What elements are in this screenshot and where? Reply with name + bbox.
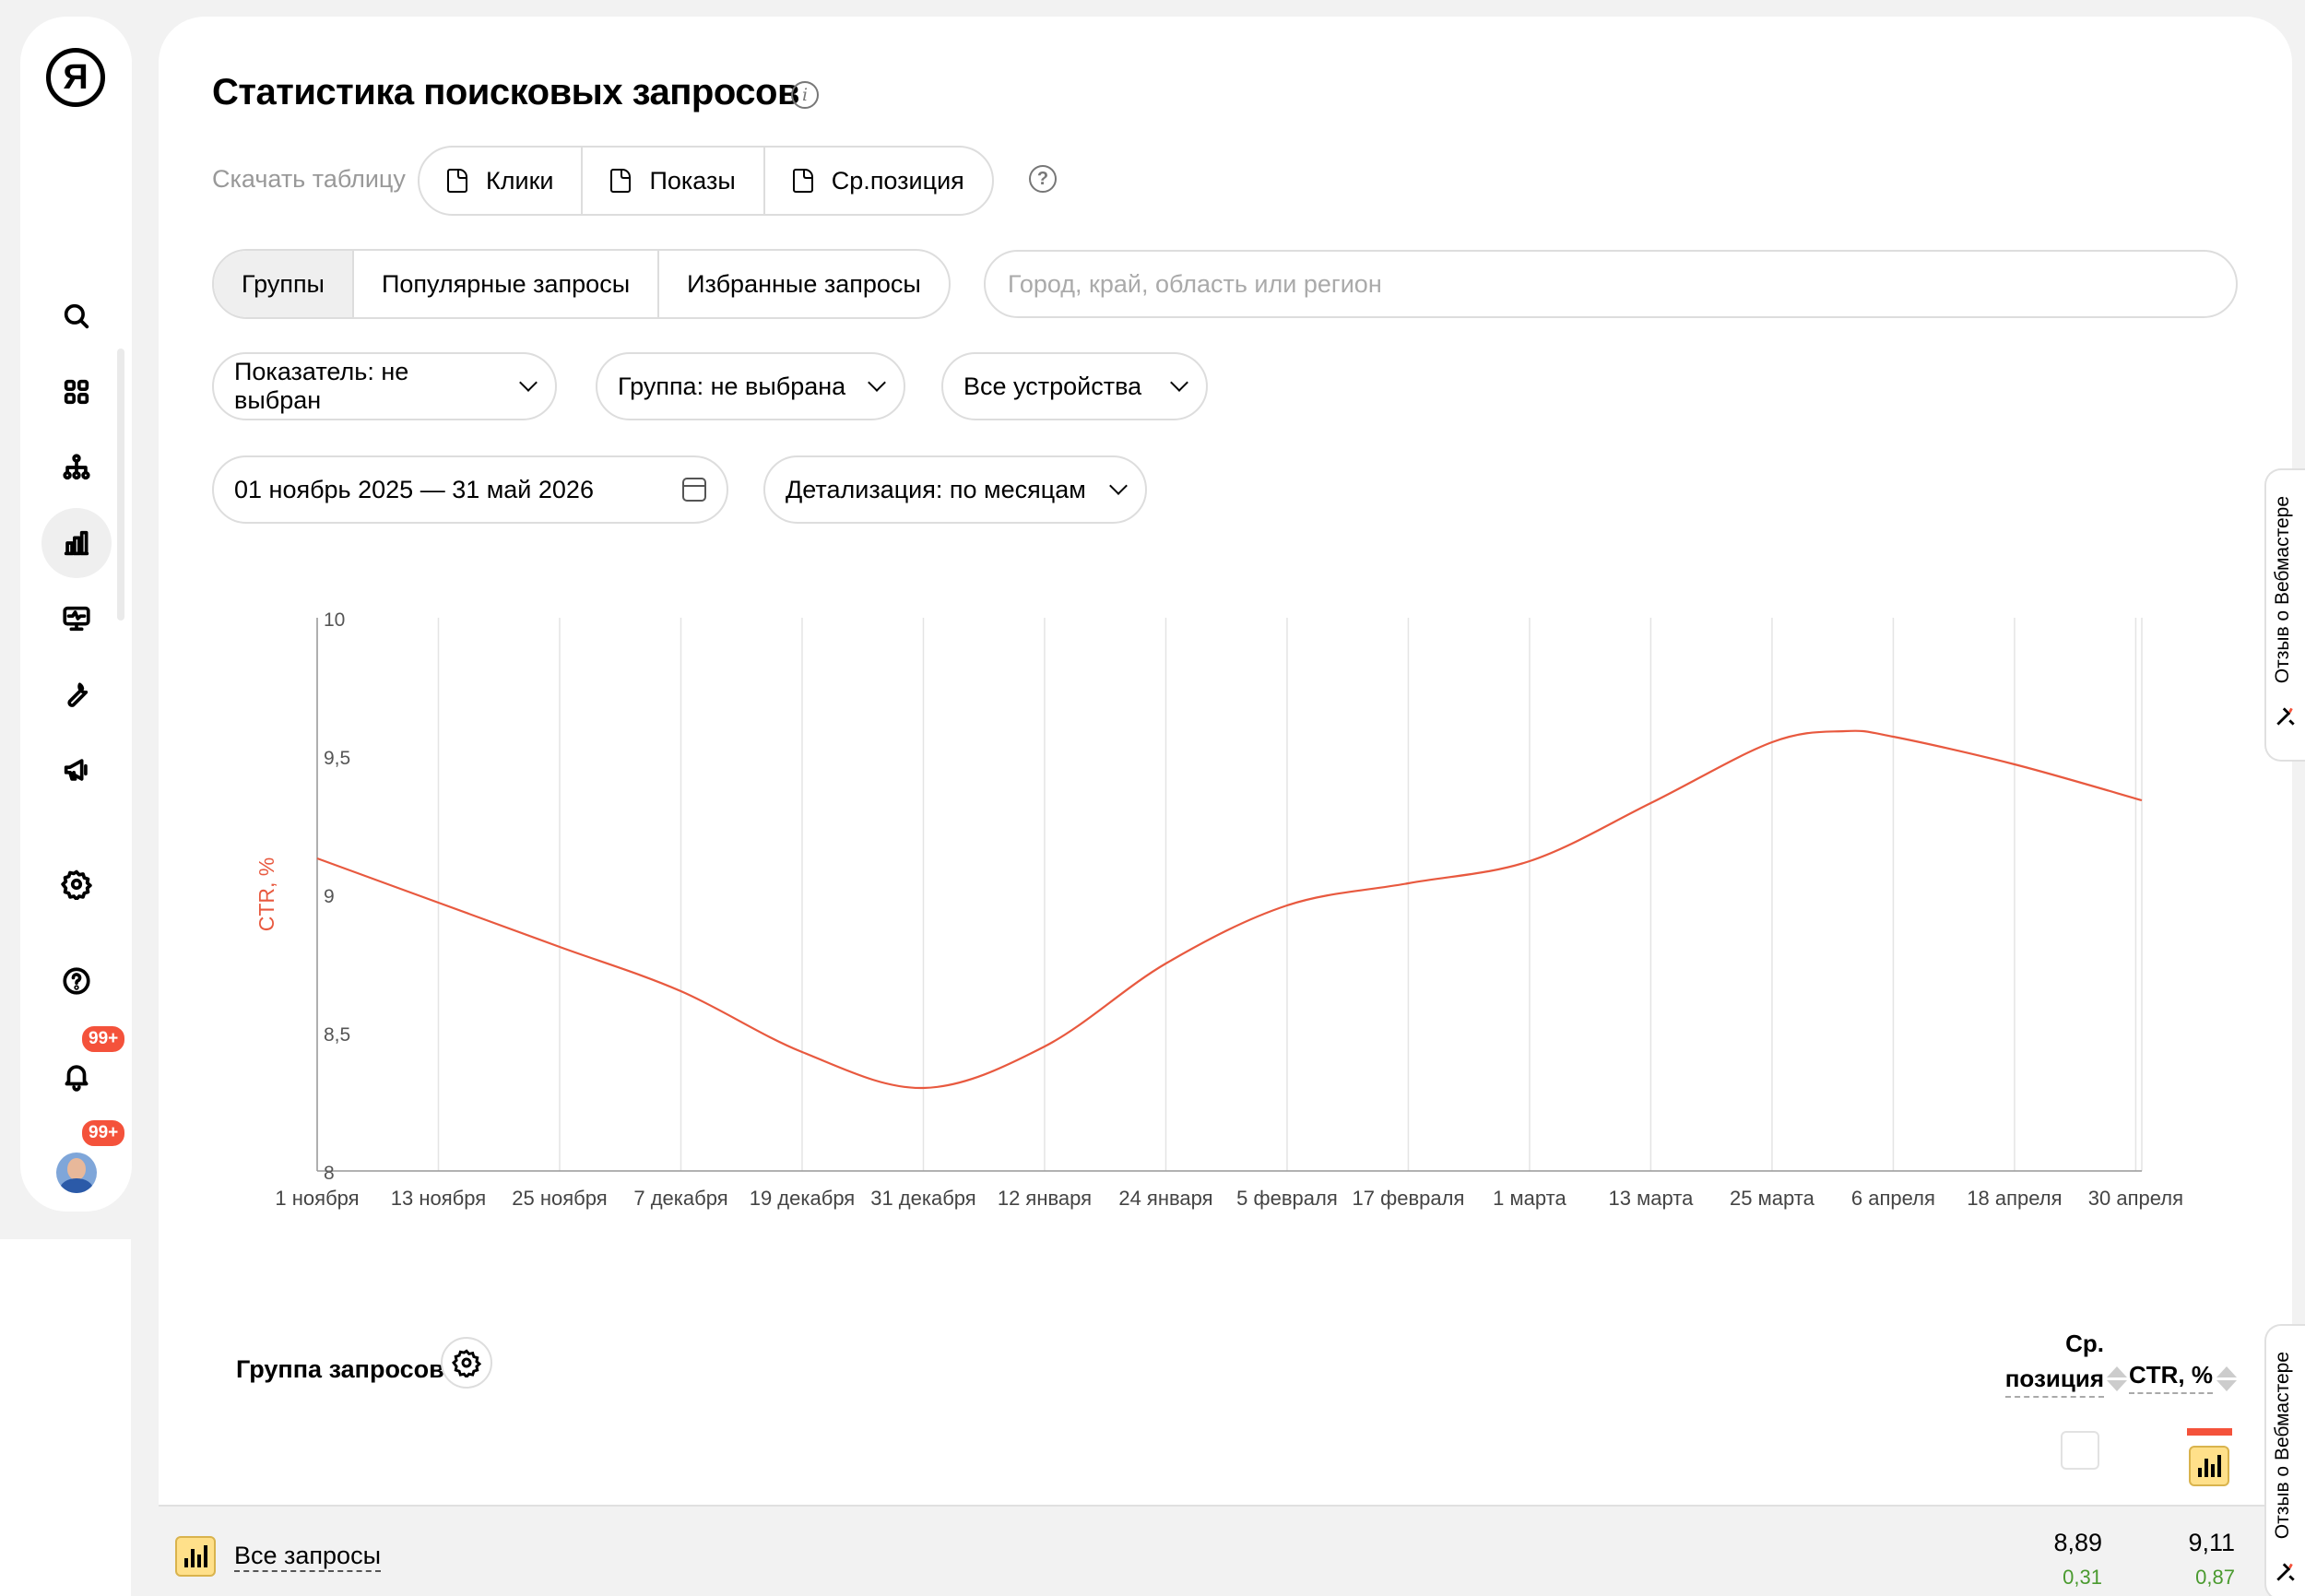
- y-tick-label: 8: [324, 1163, 335, 1184]
- position-chart-toggle[interactable]: [2061, 1431, 2099, 1470]
- dashboard-icon: [64, 379, 89, 405]
- avatar: [56, 1153, 97, 1193]
- x-tick-label: 13 ноября: [391, 1187, 486, 1210]
- ctr-series-color-marker: [2187, 1428, 2232, 1436]
- column-avg-position[interactable]: Ср. позиция: [2003, 1326, 2104, 1398]
- sidebar-item-promo[interactable]: [41, 735, 112, 805]
- search-icon: [64, 303, 89, 329]
- sidebar-item-monitoring[interactable]: [41, 584, 112, 654]
- x-tick-label: 30 апреля: [2088, 1187, 2183, 1210]
- sidebar-item-settings[interactable]: [41, 849, 112, 919]
- table-group-header: Группа запросов: [236, 1355, 444, 1383]
- sort-ctr-icon[interactable]: [2216, 1366, 2237, 1392]
- x-tick-label: 1 ноября: [275, 1187, 359, 1210]
- x-tick-label: 24 января: [1118, 1187, 1212, 1210]
- series-line-ctr: [316, 729, 2143, 1090]
- sidebar-item-search[interactable]: [41, 281, 112, 351]
- tools-icon: [2276, 1563, 2295, 1581]
- feedback-tab-2[interactable]: Отзыв о Вебмастере: [2264, 1324, 2305, 1596]
- yandex-logo[interactable]: Я: [46, 48, 105, 107]
- feedback-tab[interactable]: Отзыв о Вебмастере: [2264, 468, 2305, 762]
- x-tick-label: 18 апреля: [1967, 1187, 2062, 1210]
- x-tick-label: 12 января: [998, 1187, 1092, 1210]
- sidebar-item-stats[interactable]: [41, 508, 112, 578]
- sidebar-item-tools[interactable]: [41, 659, 112, 729]
- x-tick-label: 19 декабря: [750, 1187, 856, 1210]
- x-tick-label: 1 марта: [1493, 1187, 1566, 1210]
- ctr-chart: 10 9,5 9 8,5 8 1 ноября 13 ноября 25 ноября 7 де…: [254, 609, 2183, 1210]
- x-tick-label: 6 апреля: [1851, 1187, 1935, 1210]
- y-tick-label: 8,5: [324, 1024, 350, 1046]
- tools-icon: [67, 682, 89, 707]
- x-tick-label: 5 февраля: [1236, 1187, 1338, 1210]
- row-label-all-queries[interactable]: Все запросы: [234, 1542, 381, 1572]
- sidebar-bottom-area: [0, 1239, 131, 1596]
- stats-icon: [64, 530, 89, 556]
- row-chart-toggle[interactable]: [175, 1536, 216, 1577]
- gear-icon: [452, 1349, 481, 1377]
- x-tick-label: 7 декабря: [633, 1187, 727, 1210]
- sidebar-item-structure[interactable]: [41, 432, 112, 502]
- gear-icon: [61, 869, 92, 900]
- x-tick-label: 31 декабря: [870, 1187, 976, 1210]
- table-settings-button[interactable]: [441, 1337, 492, 1389]
- sidebar-scrollbar[interactable]: [117, 349, 124, 621]
- feedback-label: Отзыв о Вебмастере: [2272, 496, 2293, 684]
- y-tick-label: 10: [324, 609, 345, 631]
- row-ctr-value: 9,11: [2188, 1529, 2235, 1556]
- main-panel: Статистика поисковых запросов i Скачать …: [159, 17, 2292, 1596]
- bell-icon: [65, 1065, 89, 1092]
- x-tick-label: 25 марта: [1730, 1187, 1815, 1210]
- site-structure-icon: [63, 454, 90, 480]
- feedback-label: Отзыв о Вебмастере: [2272, 1352, 2293, 1540]
- x-tick-label: 17 февраля: [1353, 1187, 1465, 1210]
- y-axis-label: CTR, %: [254, 857, 278, 932]
- row-ctr-delta: 0,87: [2195, 1566, 2235, 1589]
- help-icon: [63, 967, 90, 995]
- row-position-value: 8,89: [2053, 1529, 2102, 1556]
- monitoring-icon: [63, 606, 90, 632]
- notifications-badge: 99+: [79, 1023, 128, 1055]
- megaphone-icon: [64, 759, 88, 781]
- ctr-chart-toggle[interactable]: [2189, 1446, 2229, 1486]
- row-position-delta: 0,31: [2063, 1566, 2102, 1589]
- x-tick-label: 25 ноября: [512, 1187, 607, 1210]
- table-row: Все запросы 8,89 0,31 9,11 0,87: [159, 1505, 2292, 1596]
- y-tick-label: 9: [324, 886, 335, 907]
- y-tick-label: 9,5: [324, 748, 350, 769]
- sidebar: Я 99+ 99+: [20, 17, 132, 1212]
- avatar-badge: 99+: [79, 1117, 128, 1149]
- sidebar-item-dashboard[interactable]: [41, 357, 112, 427]
- x-tick-label: 13 марта: [1609, 1187, 1695, 1210]
- tools-icon: [2276, 707, 2295, 726]
- sidebar-item-help[interactable]: [41, 946, 112, 1016]
- column-ctr[interactable]: CTR, %: [2113, 1361, 2213, 1394]
